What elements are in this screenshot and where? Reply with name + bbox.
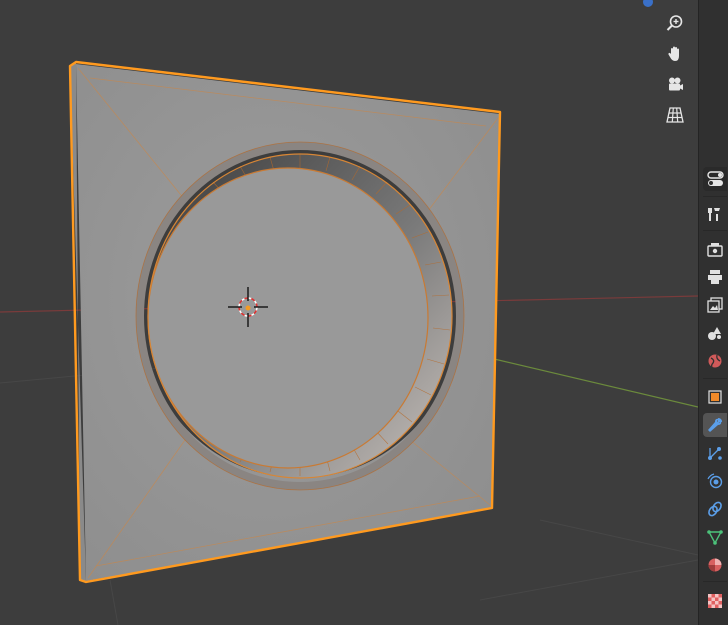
wrench-icon: [708, 418, 722, 432]
grid-line: [109, 579, 119, 625]
grid-line: [539, 519, 698, 556]
texture-icon: [708, 594, 722, 608]
tab-tool[interactable]: [703, 202, 727, 226]
object-icon: [708, 390, 722, 404]
tab-modifiers[interactable]: [703, 413, 727, 437]
gizmo-axis-dot[interactable]: [643, 0, 653, 7]
camera-view-button[interactable]: [661, 71, 689, 99]
properties-editor-icon: [707, 171, 724, 186]
viewport-canvas[interactable]: [0, 0, 698, 625]
grid-line: [479, 559, 698, 601]
tab-material[interactable]: [703, 553, 727, 577]
printer-icon: [708, 270, 722, 284]
3d-viewport[interactable]: [0, 0, 698, 625]
properties-editor-type-button[interactable]: [703, 167, 727, 191]
tab-output[interactable]: [703, 265, 727, 289]
object-origin: [245, 305, 251, 311]
tab-constraints[interactable]: [703, 497, 727, 521]
render-icon: [707, 243, 723, 257]
ortho-toggle-button[interactable]: [661, 101, 689, 129]
camera-icon: [669, 77, 683, 91]
world-icon: [708, 354, 722, 368]
grid-icon: [666, 107, 684, 123]
tab-object[interactable]: [703, 385, 727, 409]
tube-opening: [148, 168, 428, 468]
constraints-icon: [708, 501, 722, 517]
tab-physics[interactable]: [703, 469, 727, 493]
properties-tab-strip: [698, 0, 728, 625]
scene-icon: [708, 327, 721, 340]
zoom-icon: [666, 15, 683, 31]
tab-render[interactable]: [703, 237, 727, 261]
tab-scene[interactable]: [703, 321, 727, 345]
pan-button[interactable]: [661, 40, 689, 68]
tab-view-layer[interactable]: [703, 293, 727, 317]
tab-data[interactable]: [703, 525, 727, 549]
zoom-button[interactable]: [661, 9, 689, 37]
mesh-data-icon: [707, 530, 723, 545]
material-icon: [708, 558, 722, 572]
hand-icon: [668, 46, 679, 61]
wrench-screwdriver-icon: [708, 208, 720, 221]
physics-icon: [707, 473, 723, 489]
view-layer-icon: [707, 297, 723, 313]
tab-particles[interactable]: [703, 441, 727, 465]
tab-world[interactable]: [703, 349, 727, 373]
y-axis-line: [489, 357, 698, 408]
tab-texture[interactable]: [703, 589, 727, 613]
mesh-object[interactable]: [68, 60, 502, 584]
particles-icon: [708, 447, 722, 460]
